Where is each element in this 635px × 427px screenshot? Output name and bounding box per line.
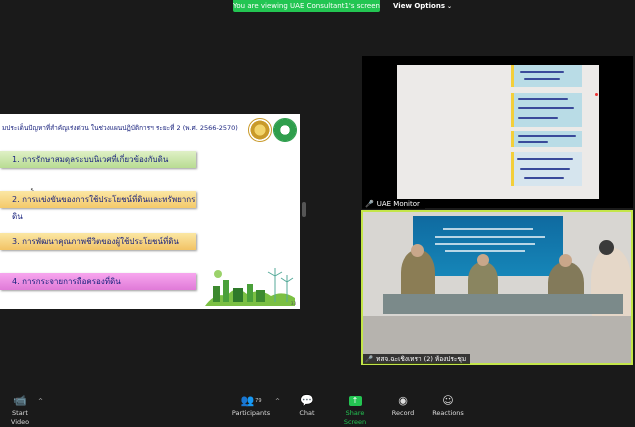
participants-options-caret-icon[interactable]: ^ bbox=[275, 398, 280, 405]
reactions-label: Reactions bbox=[432, 409, 464, 417]
person-head bbox=[477, 254, 489, 266]
reactions-button[interactable]: ☺ Reactions bbox=[431, 389, 465, 420]
slide-item-4: 4. การกระจายการถือครองที่ดิน bbox=[0, 273, 196, 290]
sticky-note bbox=[511, 93, 582, 127]
share-screen-label: Share Screen bbox=[343, 409, 367, 426]
person bbox=[401, 250, 435, 300]
slide-item-1: 1. การรักษาสมดุลระบบนิเวศที่เกี่ยวข้องกั… bbox=[0, 151, 196, 168]
share-screen-icon: ↑ bbox=[348, 396, 362, 406]
splitter-handle[interactable] bbox=[302, 202, 306, 217]
start-video-label: Start Video bbox=[10, 409, 30, 426]
slide-title: มประเด็นปัญหาที่สำคัญเร่งด่วน ในช่วงแผนป… bbox=[2, 124, 238, 132]
sticky-note bbox=[511, 65, 582, 87]
mic-icon: 🎤 bbox=[365, 355, 374, 363]
person-head bbox=[411, 244, 424, 257]
record-button[interactable]: ◉ Record bbox=[390, 389, 416, 420]
chat-button[interactable]: 💬 Chat bbox=[295, 389, 319, 420]
participant-name: ทสจ.ฉะเชิงเทรา (2) ห้องประชุม bbox=[376, 355, 467, 363]
mic-muted-icon: 🎤 bbox=[365, 200, 374, 208]
green-city-illustration bbox=[205, 268, 295, 306]
slide-item-2: 2. การแข่งขันของการใช้ประโยชน์ที่ดินและท… bbox=[0, 191, 196, 221]
slide-item-3: 3. การพัฒนาคุณภาพชีวิตของผู้ใช้ประโยชน์ท… bbox=[0, 233, 196, 250]
start-video-button[interactable]: 📹 Start Video bbox=[2, 389, 38, 426]
red-mark bbox=[595, 93, 598, 96]
view-options-button[interactable]: View Options ⌄ bbox=[389, 0, 456, 12]
screen-share-banner: You are viewing UAE Consultant1's screen bbox=[233, 0, 380, 12]
chat-icon: 💬 bbox=[300, 394, 314, 407]
sticky-note bbox=[511, 152, 582, 186]
sticky-notes bbox=[511, 65, 582, 189]
camera-whiteboard bbox=[397, 65, 599, 199]
video-tile-meeting-room[interactable] bbox=[361, 210, 633, 365]
participants-count: 79 bbox=[255, 398, 262, 404]
meeting-toolbar: 📹 Start Video ^ 👥79 Participants ^ 💬 Cha… bbox=[0, 389, 635, 426]
video-options-caret-icon[interactable]: ^ bbox=[38, 398, 43, 405]
participants-label: Participants bbox=[231, 409, 271, 417]
chat-label: Chat bbox=[299, 409, 315, 417]
department-logo bbox=[273, 118, 297, 142]
share-screen-button[interactable]: ↑ Share Screen bbox=[334, 389, 376, 426]
view-options-label: View Options bbox=[393, 2, 446, 10]
shared-slide: มประเด็นปัญหาที่สำคัญเร่งด่วน ในช่วงแผนป… bbox=[0, 114, 300, 309]
person-head bbox=[599, 240, 614, 255]
record-icon: ◉ bbox=[398, 394, 408, 407]
record-label: Record bbox=[391, 409, 415, 417]
video-tile-uae-monitor[interactable] bbox=[362, 56, 633, 208]
conference-table bbox=[383, 294, 623, 314]
sticky-note bbox=[511, 131, 582, 147]
chevron-down-icon: ⌄ bbox=[447, 3, 453, 10]
person-head bbox=[559, 254, 572, 267]
ministry-logo bbox=[248, 118, 272, 142]
participant-name-tag: 🎤 UAE Monitor bbox=[362, 199, 425, 209]
video-off-icon: 📹 bbox=[13, 394, 27, 407]
reactions-icon: ☺ bbox=[442, 394, 454, 407]
participant-name-tag: 🎤 ทสจ.ฉะเชิงเทรา (2) ห้องประชุม bbox=[363, 354, 471, 364]
slide-page-number: 33 bbox=[290, 301, 296, 306]
participants-button[interactable]: 👥79 Participants bbox=[229, 389, 273, 420]
participants-icon: 👥79 bbox=[240, 394, 262, 407]
participant-name: UAE Monitor bbox=[376, 200, 420, 208]
